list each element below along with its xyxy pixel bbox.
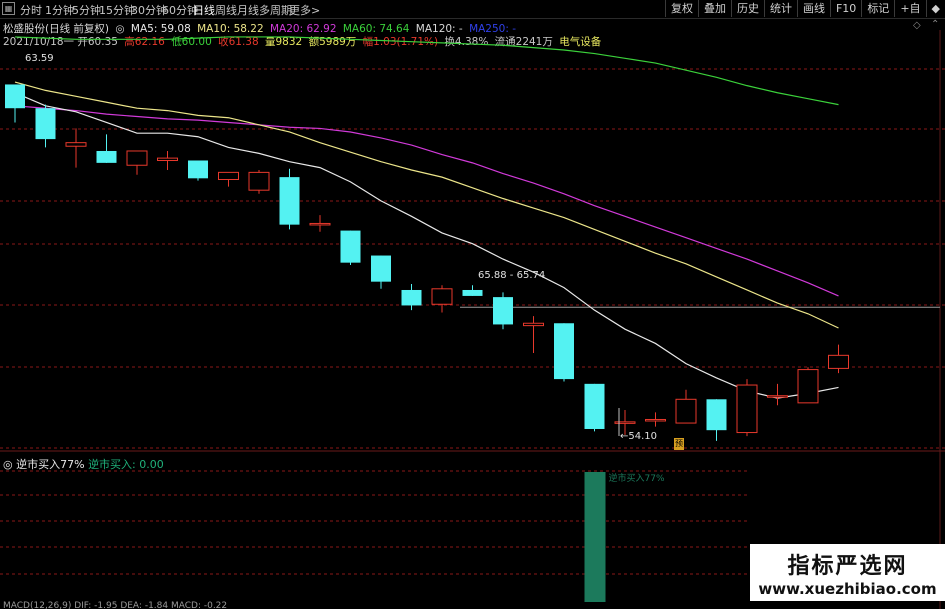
indicator-value: 逆市买入: 0.00 [88, 458, 164, 471]
candle-body [96, 150, 117, 163]
candle-body [523, 322, 544, 327]
candle-body [309, 222, 331, 226]
candle-body [675, 398, 697, 424]
candle-body [584, 383, 605, 429]
candle-body [645, 418, 666, 422]
candle-body [126, 150, 148, 166]
candle-body [5, 84, 25, 109]
indicator-legend: ◎ 逆市买入77% 逆市买入: 0.00 [3, 456, 164, 472]
candle-body [279, 177, 300, 225]
indicator-bar-label: 逆市买入77% [609, 472, 665, 484]
candle-body [340, 230, 361, 263]
settings-icon[interactable]: ◎ [3, 458, 13, 471]
watermark-logo: 指标严选网 www.xuezhibiao.com [750, 544, 945, 601]
candle-body [614, 421, 636, 424]
ma60-line [14, 36, 839, 106]
watermark-title: 指标严选网 [787, 554, 908, 579]
candle-body [35, 108, 56, 140]
high-price-label: 63.59 [25, 53, 54, 64]
low-price-label: ←54.10 [620, 431, 657, 442]
candle-body [188, 160, 208, 179]
candle-body [431, 288, 453, 305]
macd-legend: MACD(12,26,9) DIF: -1.95 DEA: -1.84 MACD… [3, 601, 228, 609]
ma10-line [14, 81, 839, 329]
candle-body [736, 384, 758, 434]
candle-body [554, 323, 574, 380]
gap-price-label: 65.88 - 65.74 [478, 270, 545, 281]
indicator-bar [584, 472, 606, 602]
candle-body [218, 171, 239, 180]
kline-chart[interactable]: 63.59 ←54.10 65.88 - 65.74 逆市买入77% [0, 0, 945, 609]
indicator-name[interactable]: 逆市买入77% [16, 458, 84, 471]
signal-label: 预 [674, 438, 684, 450]
candle-body [493, 297, 513, 325]
ma5-line [14, 92, 839, 399]
candle-body [157, 157, 178, 161]
candle-body [828, 354, 849, 369]
watermark-url: www.xuezhibiao.com [758, 580, 937, 598]
candle-body [706, 399, 727, 431]
candle-body [401, 289, 422, 306]
candle-body [248, 171, 270, 191]
candle-body [371, 255, 391, 282]
candle-body [767, 395, 788, 398]
candle-body [797, 369, 819, 404]
candle-body [65, 142, 87, 147]
candle-body [462, 289, 483, 296]
